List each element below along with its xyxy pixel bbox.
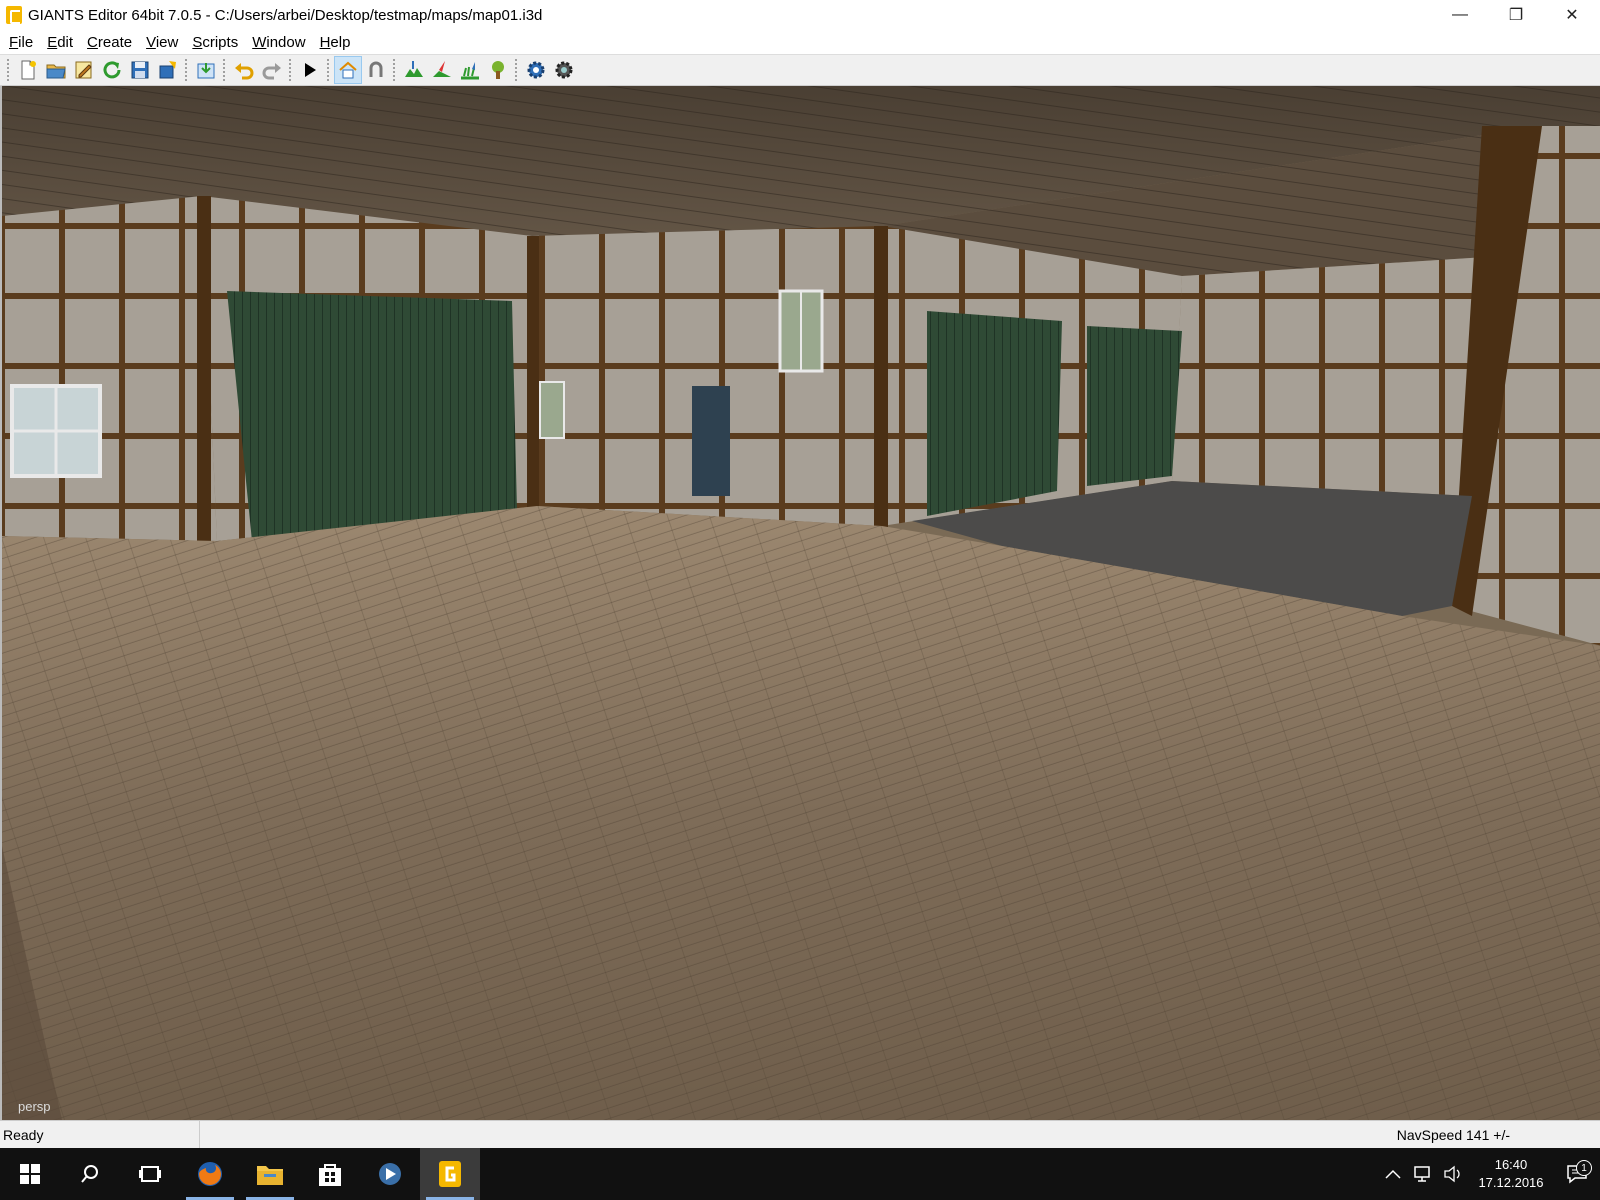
- network-icon[interactable]: [1408, 1165, 1438, 1183]
- action-center-icon[interactable]: 1: [1554, 1160, 1600, 1184]
- menu-edit[interactable]: Edit: [42, 34, 78, 51]
- edit-icon[interactable]: [70, 56, 98, 84]
- minimize-button[interactable]: —: [1432, 0, 1488, 30]
- toolbar-separator: [184, 58, 188, 82]
- media-player-icon[interactable]: [360, 1148, 420, 1200]
- volume-icon[interactable]: [1438, 1165, 1468, 1183]
- toolbar-separator: [326, 58, 330, 82]
- home-icon[interactable]: [334, 56, 362, 84]
- camera-label: persp: [18, 1099, 51, 1114]
- menu-help[interactable]: Help: [315, 34, 356, 51]
- task-view-icon[interactable]: [120, 1148, 180, 1200]
- terrain-sculpt-icon[interactable]: [400, 56, 428, 84]
- terrain-paint-icon[interactable]: [428, 56, 456, 84]
- giants-editor-icon[interactable]: [420, 1148, 480, 1200]
- chevron-up-icon[interactable]: [1378, 1169, 1408, 1179]
- refresh-icon[interactable]: [98, 56, 126, 84]
- title-bar: GIANTS Editor 64bit 7.0.5 - C:/Users/arb…: [0, 0, 1600, 30]
- toolbar-grip[interactable]: [6, 58, 10, 82]
- window-controls: — ❐ ✕: [1432, 0, 1600, 30]
- play-icon[interactable]: [296, 56, 324, 84]
- toolbar-separator: [392, 58, 396, 82]
- status-bar: Ready NavSpeed 141 +/-: [0, 1120, 1600, 1148]
- new-file-icon[interactable]: [14, 56, 42, 84]
- menu-view[interactable]: View: [141, 34, 183, 51]
- toolbar-separator: [514, 58, 518, 82]
- window-title: GIANTS Editor 64bit 7.0.5 - C:/Users/arb…: [28, 6, 543, 24]
- open-folder-icon[interactable]: [42, 56, 70, 84]
- menu-file[interactable]: File: [4, 34, 38, 51]
- clock[interactable]: 16:40 17.12.2016: [1468, 1156, 1554, 1192]
- toolbar-separator: [222, 58, 226, 82]
- magnet-icon[interactable]: [362, 56, 390, 84]
- giants-app-icon: [6, 6, 22, 24]
- nav-speed-readout: NavSpeed 141 +/-: [1396, 1126, 1510, 1143]
- notification-count-badge: 1: [1576, 1160, 1592, 1176]
- system-tray: 16:40 17.12.2016 1: [1378, 1148, 1600, 1200]
- tree-icon[interactable]: [484, 56, 512, 84]
- undo-icon[interactable]: [230, 56, 258, 84]
- export-icon[interactable]: [154, 56, 182, 84]
- clock-time: 16:40: [1494, 1157, 1528, 1172]
- menu-create[interactable]: Create: [82, 34, 137, 51]
- taskbar: 16:40 17.12.2016 1: [0, 1148, 1600, 1200]
- redo-icon[interactable]: [258, 56, 286, 84]
- menu-window[interactable]: Window: [247, 34, 310, 51]
- menu-scripts[interactable]: Scripts: [187, 34, 243, 51]
- foliage-paint-icon[interactable]: [456, 56, 484, 84]
- windows-start-icon[interactable]: [0, 1148, 60, 1200]
- close-button[interactable]: ✕: [1544, 0, 1600, 30]
- barn-interior-scene: [2, 86, 1600, 1120]
- settings-gear-2-icon[interactable]: [550, 56, 578, 84]
- save-icon[interactable]: [126, 56, 154, 84]
- search-icon[interactable]: [60, 1148, 120, 1200]
- settings-gear-icon[interactable]: [522, 56, 550, 84]
- file-explorer-icon[interactable]: [240, 1148, 300, 1200]
- import-icon[interactable]: [192, 56, 220, 84]
- 3d-viewport[interactable]: persp: [0, 86, 1600, 1120]
- restore-button[interactable]: ❐: [1488, 0, 1544, 30]
- clock-date: 17.12.2016: [1478, 1175, 1544, 1190]
- toolbar-separator: [288, 58, 292, 82]
- status-text: Ready: [0, 1121, 200, 1148]
- toolbar: [0, 54, 1600, 86]
- firefox-icon[interactable]: [180, 1148, 240, 1200]
- menu-bar: File Edit Create View Scripts Window Hel…: [0, 30, 1600, 54]
- store-icon[interactable]: [300, 1148, 360, 1200]
